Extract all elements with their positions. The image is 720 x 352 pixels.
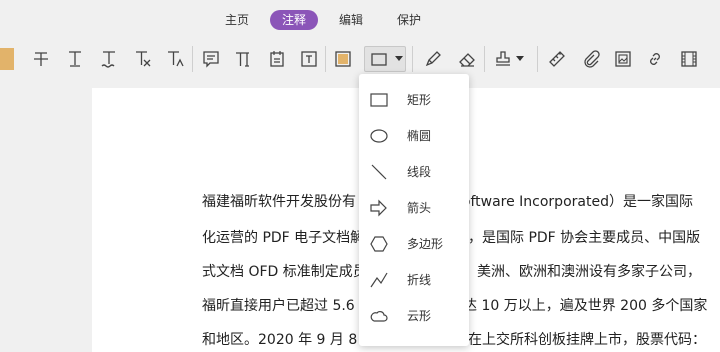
tab-comment[interactable]: 注释 [270, 10, 318, 30]
eraser-icon[interactable] [454, 46, 480, 72]
text-line-right: Software Incorporated）是一家国际 [453, 194, 693, 210]
multimedia-icon[interactable] [676, 46, 702, 72]
ribbon-tab-bar: 主页 注释 编辑 保护 [0, 0, 720, 36]
menu-item-polygon[interactable]: 多边形 [359, 226, 469, 262]
text-line-right: 达 10 万以上，遍及世界 200 多个国家 [463, 298, 708, 314]
text-line-right: 在上交所科创板挂牌上市，股票代码： [468, 332, 706, 348]
toolbar-separator [412, 46, 413, 72]
underline-icon[interactable] [62, 46, 88, 72]
typewriter-icon[interactable] [230, 46, 256, 72]
menu-item-cloud[interactable]: 云形 [359, 298, 469, 334]
menu-item-label: 矩形 [407, 93, 432, 107]
squiggly-icon[interactable] [96, 46, 122, 72]
text-line-right: 美洲、欧洲和澳洲设有多家子公司， [477, 264, 701, 280]
toolbar-separator [192, 46, 193, 72]
note-icon[interactable] [198, 46, 224, 72]
polyline-icon [367, 268, 391, 292]
rectangle-shape-icon [369, 50, 389, 70]
toolbar-separator [537, 46, 538, 72]
arrow-icon [367, 196, 391, 220]
rectangle-shape-button[interactable] [364, 46, 406, 72]
text-line-left: 式文档 OFD 标准制定成员 [202, 264, 367, 280]
menu-item-label: 线段 [407, 165, 432, 179]
menu-item-rectangle[interactable]: 矩形 [359, 82, 469, 118]
polygon-icon [367, 232, 391, 256]
area-highlight-icon[interactable] [330, 46, 356, 72]
callout-icon[interactable] [264, 46, 290, 72]
ellipse-icon [367, 124, 391, 148]
measure-icon[interactable] [544, 46, 570, 72]
menu-item-label: 箭头 [407, 201, 432, 215]
toolbar-separator [325, 46, 326, 72]
text-line-left: 和地区。2020 年 9 月 8 日 [202, 332, 376, 348]
textbox-icon[interactable] [296, 46, 322, 72]
tab-edit[interactable]: 编辑 [336, 10, 366, 30]
text-line-left: 福昕直接用户已超过 5.6 [202, 298, 355, 314]
menu-item-label: 折线 [407, 273, 432, 287]
text-line-left: 化运营的 PDF 电子文档解 [202, 230, 365, 246]
strikethrough-icon[interactable] [28, 46, 54, 72]
link-icon[interactable] [642, 46, 668, 72]
menu-item-arrow[interactable]: 箭头 [359, 190, 469, 226]
insert-text-icon[interactable] [162, 46, 188, 72]
menu-item-label: 椭圆 [407, 129, 432, 143]
menu-item-ellipse[interactable]: 椭圆 [359, 118, 469, 154]
highlight-icon[interactable] [0, 48, 14, 70]
pencil-icon[interactable] [420, 46, 446, 72]
line-icon [367, 160, 391, 184]
toolbar-separator [484, 46, 485, 72]
tab-home[interactable]: 主页 [222, 10, 252, 30]
text-line-left: 福建福昕软件开发股份有 [202, 194, 356, 210]
cloud-icon [367, 304, 391, 328]
stamp-icon[interactable] [490, 46, 516, 72]
rectangle-icon [367, 88, 391, 112]
menu-item-polyline[interactable]: 折线 [359, 262, 469, 298]
tab-protect[interactable]: 保护 [394, 10, 424, 30]
menu-item-label: 云形 [407, 309, 432, 323]
menu-item-line[interactable]: 线段 [359, 154, 469, 190]
image-icon[interactable] [610, 46, 636, 72]
stamp-dropdown-arrow-icon[interactable] [514, 46, 526, 72]
shape-dropdown-arrow-icon[interactable] [395, 56, 403, 62]
text-line-right: 商，是国际 PDF 协会主要成员、中国版 [454, 230, 701, 246]
menu-item-label: 多边形 [407, 237, 444, 251]
shape-dropdown-menu: 矩形 椭圆 线段 箭头 多边形 折线 云形 [359, 74, 469, 346]
replace-text-icon[interactable] [130, 46, 156, 72]
attachment-icon[interactable] [578, 46, 604, 72]
